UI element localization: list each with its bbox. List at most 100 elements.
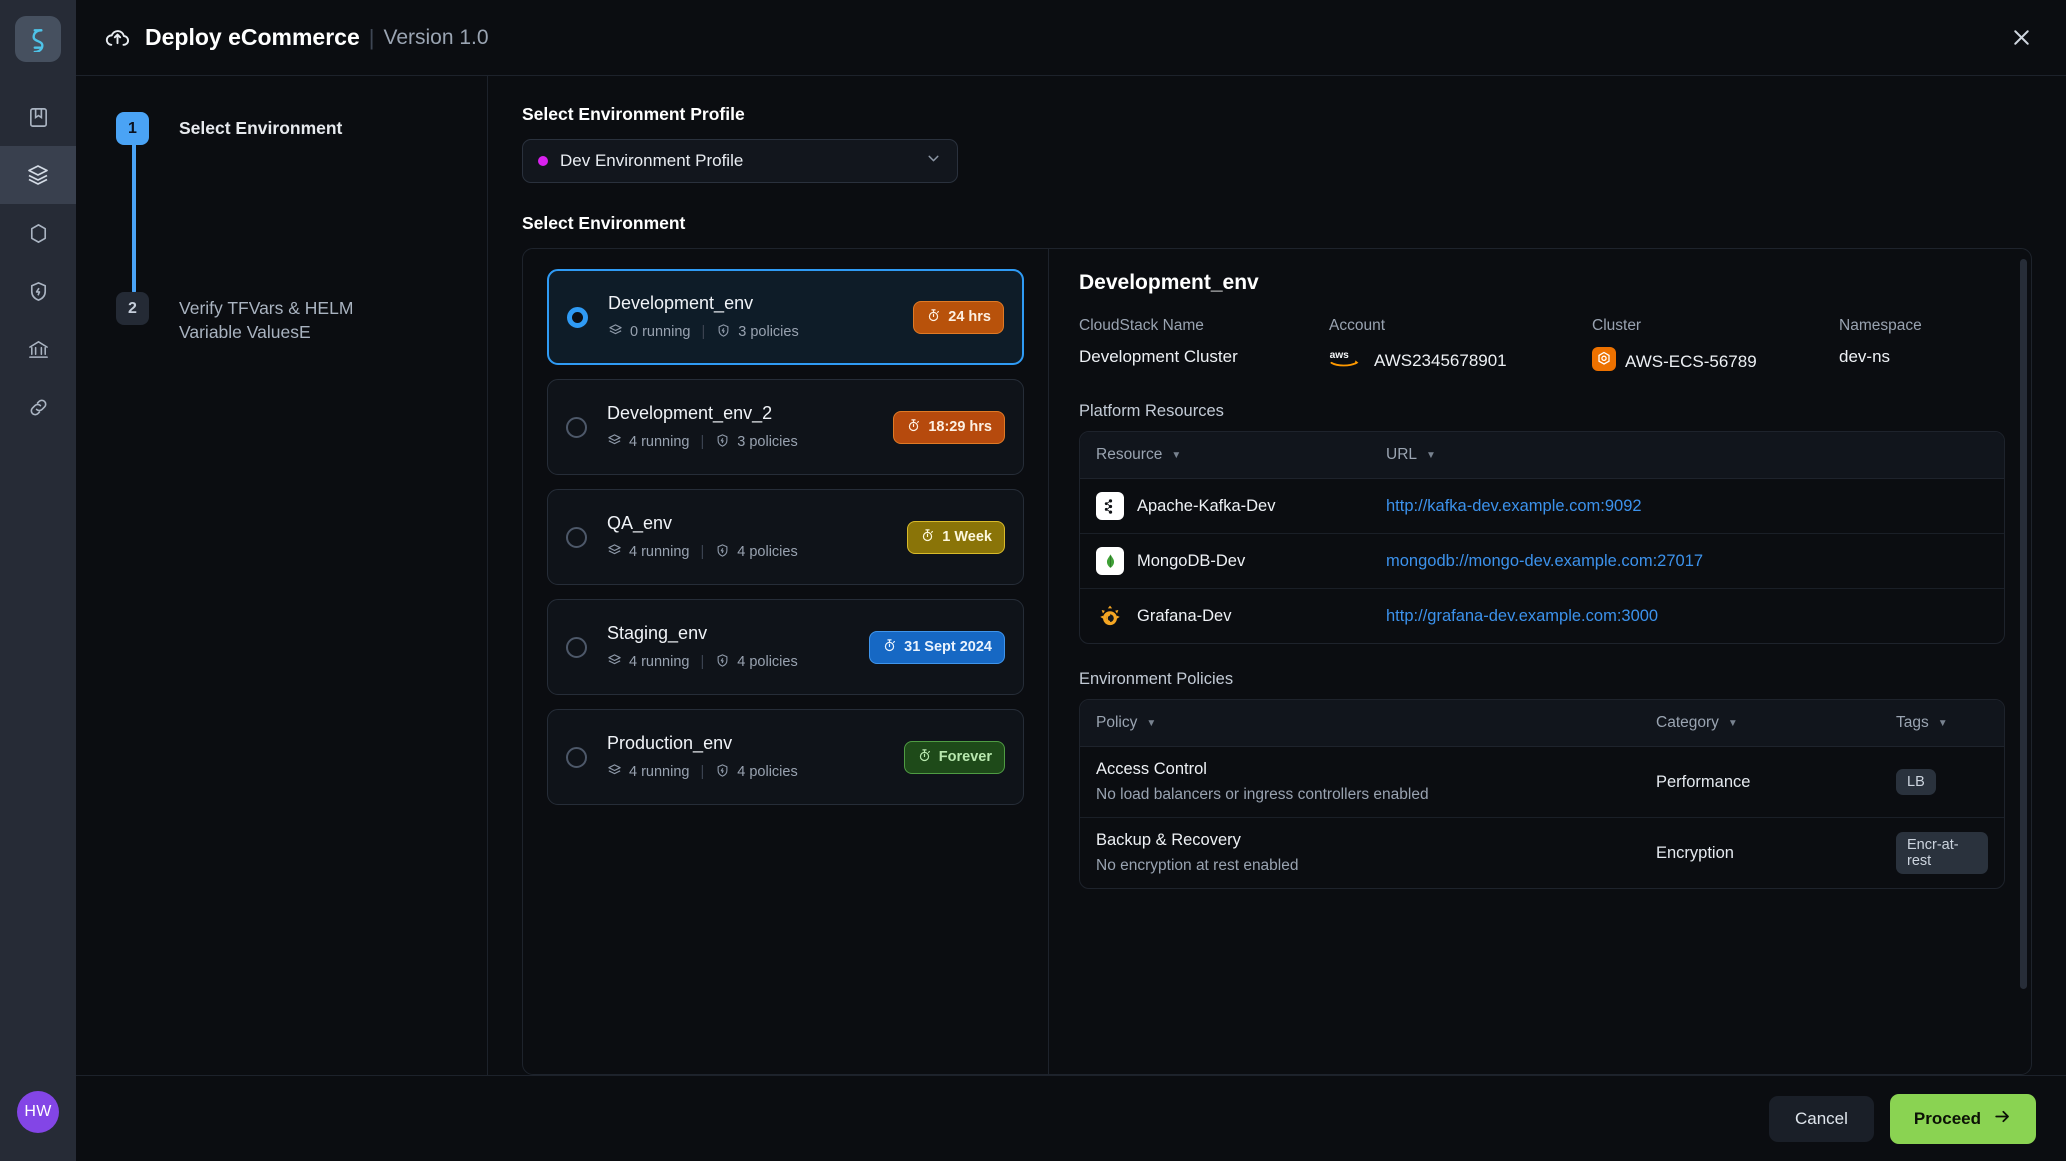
sidebar-item-integrations[interactable] xyxy=(0,378,76,436)
sort-desc-icon: ▼ xyxy=(1426,449,1436,461)
bank-icon xyxy=(27,338,50,361)
step-2-number: 2 xyxy=(116,292,149,325)
sidebar-item-catalog[interactable] xyxy=(0,88,76,146)
environment-name: QA_env xyxy=(607,512,673,533)
column-label: Policy xyxy=(1096,714,1138,731)
environment-radio[interactable] xyxy=(566,636,587,658)
sidebar-item-modules[interactable] xyxy=(0,204,76,262)
environment-list: Development_env 0 running | 3 policies 2… xyxy=(523,249,1049,1074)
environment-name: Development_env xyxy=(608,292,754,313)
column-category[interactable]: Category ▼ xyxy=(1640,700,1880,747)
fact-cloudstack-name: CloudStack Name Development Cluster xyxy=(1079,317,1329,376)
sort-desc-icon: ▼ xyxy=(1171,449,1182,461)
step-2-label: Verify TFVars & HELM Variable ValuesE xyxy=(179,298,354,342)
column-policy[interactable]: Policy ▼ xyxy=(1080,700,1640,747)
environment-card-development-env[interactable]: Development_env 0 running | 3 policies 2… xyxy=(547,269,1024,365)
fact-value: dev-ns xyxy=(1839,347,1891,366)
sort-desc-icon: ▼ xyxy=(1146,717,1157,729)
ttl-text: 18:29 hrs xyxy=(928,419,992,435)
resource-url-link[interactable]: mongodb://mongo-dev.example.com:27017 xyxy=(1386,552,1703,570)
environment-ttl-badge: 24 hrs xyxy=(913,300,1004,334)
layers-icon xyxy=(26,163,50,187)
policy-count: 4 policies xyxy=(737,654,798,670)
page-title: Deploy eCommerce xyxy=(145,24,360,50)
layers-icon xyxy=(607,543,622,562)
step-connector xyxy=(132,143,136,293)
fact-value-row: aws AWS2345678901 xyxy=(1329,347,1592,374)
layers-icon xyxy=(607,763,622,782)
step-1-label: Select Environment xyxy=(179,118,343,138)
running-count: 4 running xyxy=(629,434,690,450)
column-tags[interactable]: Tags ▼ xyxy=(1880,700,2004,747)
column-resource[interactable]: Resource ▼ xyxy=(1080,432,1370,479)
column-url[interactable]: URL ▼ xyxy=(1370,432,2004,479)
environment-profile-select[interactable]: Dev Environment Profile xyxy=(522,139,958,183)
svg-text:aws: aws xyxy=(1330,350,1350,361)
fact-label: Namespace xyxy=(1839,317,1922,334)
stopwatch-icon xyxy=(882,638,897,657)
kafka-icon xyxy=(1096,492,1124,520)
layers-icon xyxy=(607,653,622,672)
resource-url-link[interactable]: http://kafka-dev.example.com:9092 xyxy=(1386,497,1642,515)
policy-count: 4 policies xyxy=(737,764,798,780)
details-facts: CloudStack Name Development Cluster Acco… xyxy=(1079,317,2005,376)
stat-divider: | xyxy=(700,654,705,670)
environment-radio[interactable] xyxy=(566,746,587,768)
running-count: 0 running xyxy=(630,324,691,340)
environment-radio[interactable] xyxy=(566,526,587,548)
column-label: Resource xyxy=(1096,446,1163,463)
sidebar-item-stacks[interactable] xyxy=(0,146,76,204)
resource-cell: Apache-Kafka-Dev xyxy=(1080,478,1370,534)
policy-description: No encryption at rest enabled xyxy=(1096,857,1299,874)
environment-radio[interactable] xyxy=(567,306,588,328)
resource-name: Grafana-Dev xyxy=(1137,606,1232,625)
main-area: Deploy eCommerce | Version 1.0 1 Select … xyxy=(76,0,2066,1161)
sidebar-item-policies[interactable] xyxy=(0,262,76,320)
table-row: MongoDB-Dev mongodb://mongo-dev.example.… xyxy=(1080,533,2004,589)
ttl-text: 24 hrs xyxy=(948,309,991,325)
details-scrollbar[interactable] xyxy=(2020,259,2027,989)
environment-ttl-badge: 18:29 hrs xyxy=(893,410,1005,444)
arrow-right-icon xyxy=(1993,1107,2012,1131)
url-cell: mongodb://mongo-dev.example.com:27017 xyxy=(1370,533,2004,589)
sort-desc-icon: ▼ xyxy=(1937,717,1948,729)
environment-name: Development_env_2 xyxy=(607,402,773,423)
aws-icon: aws xyxy=(1329,347,1365,374)
sidebar-item-governance[interactable] xyxy=(0,320,76,378)
close-icon[interactable] xyxy=(2004,21,2038,55)
environment-card-staging-env[interactable]: Staging_env 4 running | 4 policies 31 Se… xyxy=(547,599,1024,695)
account-id: AWS2345678901 xyxy=(1374,350,1507,370)
stopwatch-icon xyxy=(906,418,921,437)
proceed-button-label: Proceed xyxy=(1913,1108,1981,1128)
stopwatch-icon xyxy=(926,308,941,327)
environment-card-meta: Development_env 0 running | 3 policies xyxy=(608,293,913,342)
shield-bolt-icon xyxy=(27,280,50,303)
cancel-button[interactable]: Cancel xyxy=(1768,1095,1874,1142)
resource-cell: Grafana-Dev xyxy=(1080,589,1370,644)
grafana-icon xyxy=(1096,602,1124,630)
dialog-footer: Cancel Proceed xyxy=(76,1075,2066,1161)
environment-card-production-env[interactable]: Production_env 4 running | 4 policies Fo… xyxy=(547,709,1024,805)
policy-category: Performance xyxy=(1640,746,1880,818)
proceed-button[interactable]: Proceed xyxy=(1889,1093,2036,1144)
cluster-name: AWS-ECS-56789 xyxy=(1625,351,1757,371)
cloud-upload-icon xyxy=(104,24,131,51)
title-separator: | xyxy=(368,24,375,50)
environment-details: Development_env CloudStack Name Developm… xyxy=(1049,249,2031,1074)
layers-icon xyxy=(607,433,622,452)
profile-color-dot xyxy=(538,156,548,166)
environment-radio[interactable] xyxy=(566,416,587,438)
environment-card-meta: Staging_env 4 running | 4 policies xyxy=(607,623,869,672)
environment-card-qa-env[interactable]: QA_env 4 running | 4 policies 1 Week xyxy=(547,489,1024,585)
step-2[interactable]: 2 Verify TFVars & HELM Variable ValuesE xyxy=(116,292,487,344)
fact-account: Account aws AWS2345678901 xyxy=(1329,317,1592,376)
step-1[interactable]: 1 Select Environment xyxy=(116,112,487,145)
fact-value: Development Cluster xyxy=(1079,347,1238,366)
policy-count: 3 policies xyxy=(738,324,799,340)
resource-url-link[interactable]: http://grafana-dev.example.com:3000 xyxy=(1386,607,1658,625)
avatar[interactable]: HW xyxy=(17,1091,59,1133)
policy-count: 4 policies xyxy=(737,544,798,560)
stat-divider: | xyxy=(700,544,705,560)
app-logo-icon[interactable] xyxy=(15,16,61,62)
environment-card-development-env-2[interactable]: Development_env_2 4 running | 3 policies… xyxy=(547,379,1024,475)
